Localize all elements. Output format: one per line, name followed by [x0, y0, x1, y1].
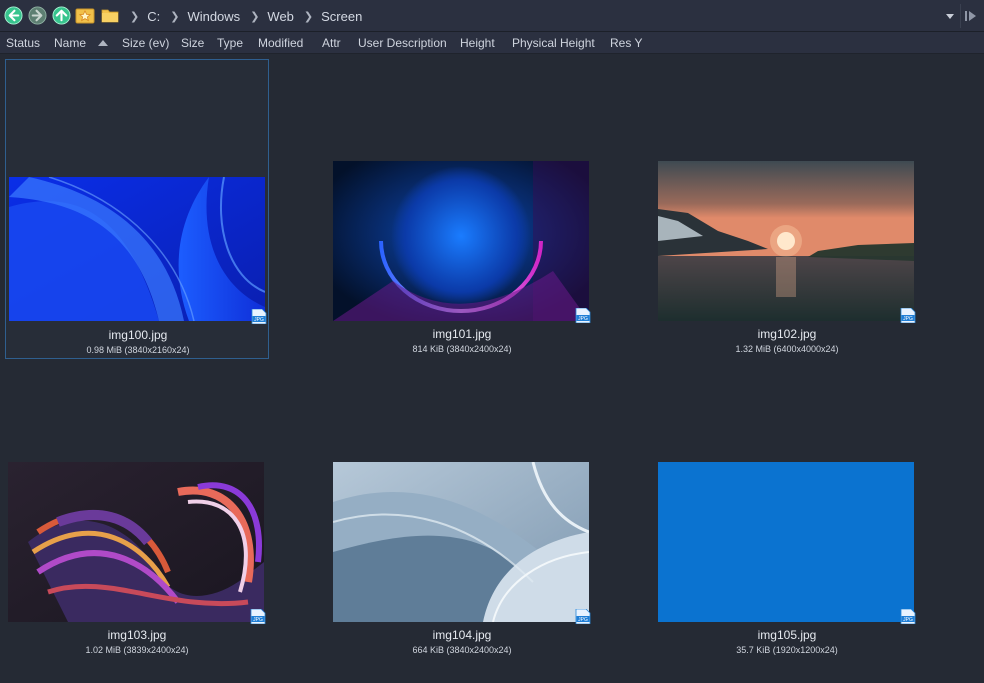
jpg-file-icon: JPG — [575, 609, 591, 624]
column-height[interactable]: Height — [460, 36, 495, 50]
up-button[interactable] — [52, 6, 71, 25]
file-name: img100.jpg — [108, 328, 168, 342]
thumbnail-image — [658, 462, 914, 622]
column-size[interactable]: Size — [181, 36, 204, 50]
chevron-right-icon: ❯ — [130, 10, 140, 23]
file-info: 664 KiB (3840x2400x24) — [412, 645, 512, 655]
up-arrow-icon — [52, 6, 71, 25]
file-tile-img101[interactable]: JPG img101.jpg 814 KiB (3840x2400x24) — [330, 59, 594, 359]
jpg-file-icon: JPG — [250, 609, 266, 624]
jpg-file-icon: JPG — [900, 609, 916, 624]
file-name: img104.jpg — [432, 628, 492, 642]
jpg-file-icon: JPG — [575, 308, 591, 323]
breadcrumb-item-web[interactable]: Web — [267, 9, 294, 24]
toolbar: ❯ C: ❯ Windows ❯ Web ❯ Screen — [0, 0, 984, 32]
back-button[interactable] — [4, 6, 23, 25]
sort-ascending-icon — [98, 40, 108, 46]
svg-text:JPG: JPG — [903, 617, 913, 623]
file-name: img101.jpg — [432, 327, 492, 341]
file-tile-img104[interactable]: JPG img104.jpg 664 KiB (3840x2400x24) — [330, 360, 594, 660]
file-info: 0.98 MiB (3840x2160x24) — [86, 345, 190, 355]
file-tile-img105[interactable]: JPG img105.jpg 35.7 KiB (1920x1200x24) — [655, 360, 919, 660]
column-type[interactable]: Type — [217, 36, 243, 50]
column-status[interactable]: Status — [6, 36, 40, 50]
thumbnail-grid: JPG img100.jpg 0.98 MiB (3840x2160x24) J… — [0, 55, 984, 683]
column-user-description[interactable]: User Description — [358, 36, 447, 50]
column-size-ev[interactable]: Size (ev) — [122, 36, 169, 50]
chevron-right-icon: ❯ — [170, 10, 180, 23]
column-attr[interactable]: Attr — [322, 36, 341, 50]
file-name: img103.jpg — [107, 628, 167, 642]
breadcrumb-item-windows[interactable]: Windows — [187, 9, 240, 24]
chevron-right-icon: ❯ — [250, 10, 260, 23]
svg-text:JPG: JPG — [578, 316, 588, 322]
file-info: 1.32 MiB (6400x4000x24) — [735, 344, 839, 354]
jpg-file-icon: JPG — [251, 309, 267, 324]
favorite-folder-icon[interactable] — [75, 5, 95, 25]
file-name: img105.jpg — [757, 628, 817, 642]
folder-icon — [101, 9, 119, 23]
column-modified[interactable]: Modified — [258, 36, 303, 50]
file-tile-img102[interactable]: JPG img102.jpg 1.32 MiB (6400x4000x24) — [655, 59, 919, 359]
breadcrumb: ❯ C: ❯ Windows ❯ Web ❯ Screen — [124, 0, 362, 32]
file-info: 1.02 MiB (3839x2400x24) — [85, 645, 189, 655]
thumbnail-image — [658, 161, 914, 321]
file-info: 35.7 KiB (1920x1200x24) — [736, 645, 838, 655]
file-info: 814 KiB (3840x2400x24) — [412, 344, 512, 354]
file-name: img102.jpg — [757, 327, 817, 341]
thumbnail-image — [8, 462, 264, 622]
svg-text:JPG: JPG — [578, 617, 588, 623]
svg-text:JPG: JPG — [903, 316, 913, 322]
forward-arrow-icon — [28, 6, 47, 25]
svg-text:JPG: JPG — [253, 617, 263, 623]
breadcrumb-item-drive[interactable]: C: — [147, 9, 160, 24]
toolbar-divider — [960, 4, 961, 28]
file-tile-img103[interactable]: JPG img103.jpg 1.02 MiB (3839x2400x24) — [5, 360, 269, 660]
column-header: Status Name Size (ev) Size Type Modified… — [0, 32, 984, 54]
column-res-y[interactable]: Res Y — [610, 36, 642, 50]
column-name[interactable]: Name — [54, 36, 86, 50]
svg-text:JPG: JPG — [254, 317, 264, 323]
chevron-right-icon: ❯ — [303, 10, 314, 23]
panel-toggle-icon[interactable] — [964, 8, 978, 24]
forward-button[interactable] — [28, 6, 47, 25]
address-dropdown-icon[interactable] — [944, 10, 956, 22]
thumbnail-image — [9, 177, 265, 321]
column-physical-height[interactable]: Physical Height — [512, 36, 595, 50]
back-arrow-icon — [4, 6, 23, 25]
file-tile-img100[interactable]: JPG img100.jpg 0.98 MiB (3840x2160x24) — [5, 59, 269, 359]
thumbnail-image — [333, 462, 589, 622]
thumbnail-image — [333, 161, 589, 321]
breadcrumb-item-screen[interactable]: Screen — [321, 9, 362, 24]
jpg-file-icon: JPG — [900, 308, 916, 323]
